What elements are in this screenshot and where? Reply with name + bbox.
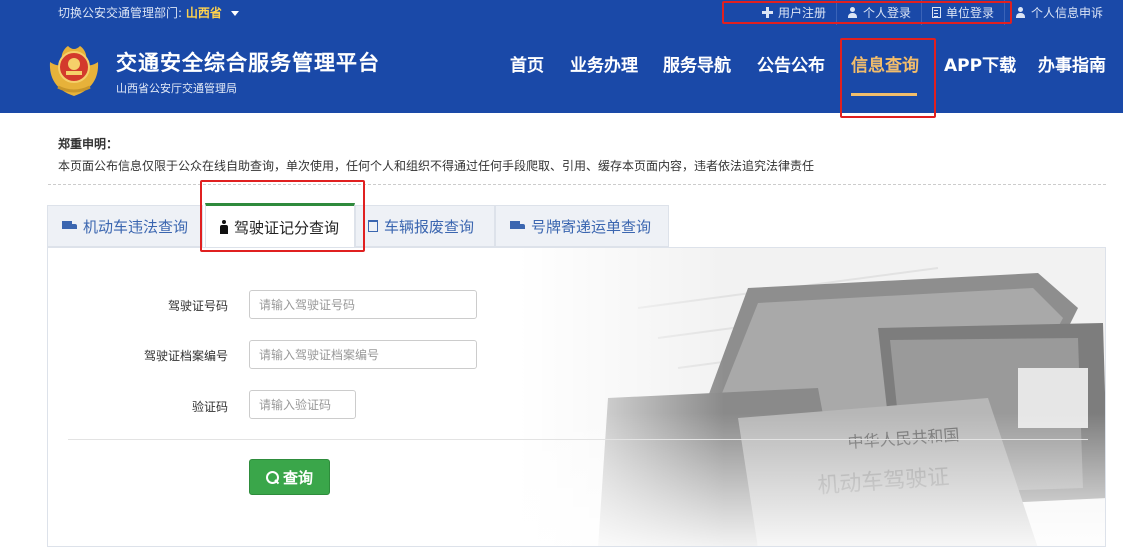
user-icon <box>1015 7 1026 18</box>
nav-guide[interactable]: 办事指南 <box>1038 51 1106 76</box>
register-link[interactable]: 用户注册 <box>752 0 836 25</box>
tab-vehicle-scrap[interactable]: 车辆报废查询 <box>355 205 495 247</box>
captcha-label: 验证码 <box>191 400 228 414</box>
query-button-label: 查询 <box>282 468 313 487</box>
building-icon <box>931 7 941 18</box>
person-icon <box>220 220 228 234</box>
license-file-label: 驾驶证档案编号 <box>143 349 228 363</box>
top-bar: 切换公安交通管理部门: 山西省 用户注册 个人登录 单位登录 个人信息申诉 <box>0 0 1123 25</box>
register-label: 用户注册 <box>777 6 826 20</box>
tab-vehicle-violation[interactable]: 机动车违法查询 <box>47 205 203 247</box>
user-icon <box>847 7 858 18</box>
nav-service-guide[interactable]: 服务导航 <box>663 51 731 76</box>
tab-label: 机动车违法查询 <box>83 217 189 236</box>
statement-title: 郑重申明： <box>58 137 119 151</box>
nav-announcements[interactable]: 公告公布 <box>757 51 825 76</box>
nav-info-query[interactable]: 信息查询 <box>851 51 919 76</box>
region-label: 切换公安交通管理部门: <box>58 6 183 20</box>
query-panel: 中华人民共和国 机动车驾驶证 驾驶证号码 驾驶证档案编号 验证码 查询 <box>47 247 1106 547</box>
captcha-input[interactable] <box>249 390 356 419</box>
query-button[interactable]: 查询 <box>249 459 330 495</box>
nav-home[interactable]: 首页 <box>510 51 544 76</box>
truck-icon <box>510 221 525 231</box>
province-selector[interactable]: 山西省 <box>186 6 222 20</box>
info-appeal-link[interactable]: 个人信息申诉 <box>1003 0 1113 25</box>
trash-icon <box>368 220 378 232</box>
nav-business[interactable]: 业务办理 <box>570 51 638 76</box>
license-number-label: 驾驶证号码 <box>167 299 228 313</box>
tab-plate-delivery[interactable]: 号牌寄递运单查询 <box>495 205 669 247</box>
tab-license-points[interactable]: 驾驶证记分查询 <box>205 203 355 248</box>
personal-login-link[interactable]: 个人登录 <box>835 0 921 25</box>
tab-label: 号牌寄递运单查询 <box>531 217 652 236</box>
top-links: 用户注册 个人登录 单位登录 个人信息申诉 <box>752 0 1113 25</box>
site-subtitle: 山西省公安厅交通管理局 <box>116 82 237 95</box>
dashed-divider <box>48 184 1106 185</box>
region-switcher[interactable]: 切换公安交通管理部门: 山西省 <box>58 4 239 21</box>
search-icon <box>265 470 279 484</box>
personal-login-label: 个人登录 <box>862 6 911 20</box>
form-divider <box>68 439 1088 440</box>
info-appeal-label: 个人信息申诉 <box>1030 6 1103 20</box>
statement-text: 本页面公布信息仅限于公众在线自助查询，单次使用，任何个人和组织不得通过任何手段爬… <box>58 159 815 173</box>
license-photo-image: 中华人民共和国 机动车驾驶证 <box>518 248 1105 546</box>
company-login-label: 单位登录 <box>945 6 994 20</box>
site-title: 交通安全综合服务管理平台 <box>116 51 380 75</box>
license-number-input[interactable] <box>249 290 477 319</box>
nav-app-download[interactable]: APP下载 <box>944 51 1016 76</box>
nav-active-underline <box>851 93 917 96</box>
company-login-link[interactable]: 单位登录 <box>920 0 1004 25</box>
police-emblem-icon <box>49 46 99 96</box>
license-file-input[interactable] <box>249 340 477 369</box>
site-header: 交通安全综合服务管理平台 山西省公安厅交通管理局 首页 业务办理 服务导航 公告… <box>0 25 1123 113</box>
tab-label: 车辆报废查询 <box>384 217 475 236</box>
truck-icon <box>62 221 77 231</box>
caret-down-icon[interactable] <box>230 11 239 16</box>
tab-label: 驾驶证记分查询 <box>234 218 340 237</box>
plus-icon <box>761 7 773 18</box>
